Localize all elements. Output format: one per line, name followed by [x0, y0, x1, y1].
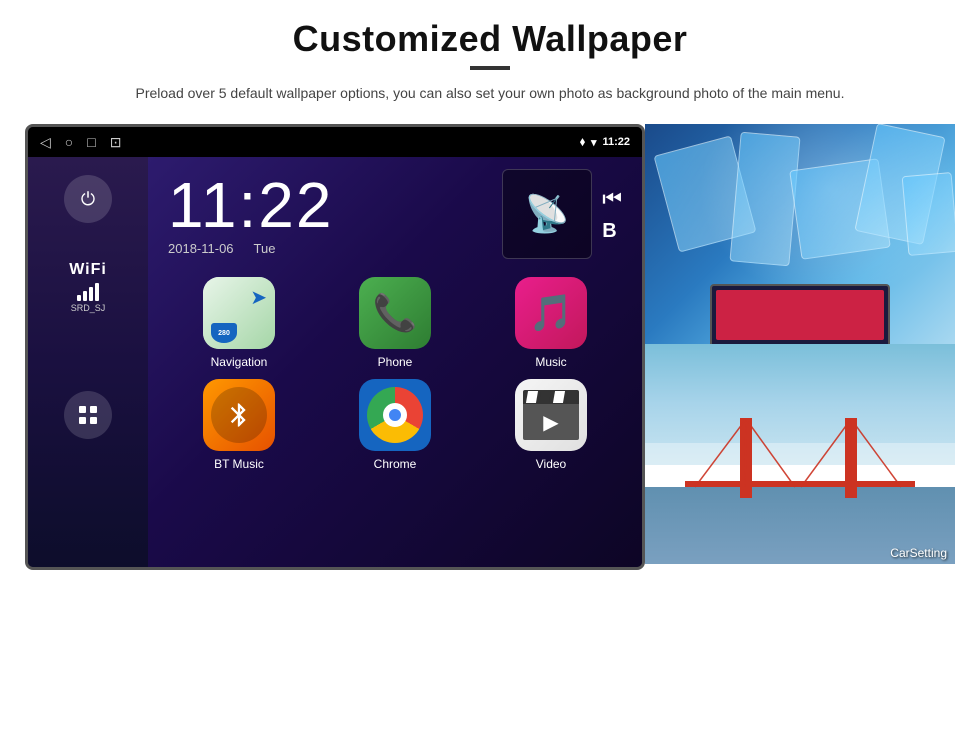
- apps-button[interactable]: [64, 391, 112, 439]
- bluetooth-symbol: [211, 387, 267, 443]
- clapper-stripe-2: [539, 391, 551, 403]
- app-video[interactable]: ▶ Video: [480, 379, 622, 471]
- chrome-center: [383, 403, 407, 427]
- next-label: B: [602, 220, 622, 243]
- phone-symbol: 📞: [373, 292, 418, 334]
- wifi-section: WiFi SRD_SJ: [69, 261, 107, 313]
- nav-shield-text: 280: [218, 330, 230, 337]
- media-controls: ⏮ B: [602, 186, 622, 243]
- carsetting-label: CarSetting: [890, 546, 947, 560]
- chrome-ring: [367, 387, 423, 443]
- wifi-label: WiFi: [69, 261, 107, 279]
- chrome-label: Chrome: [374, 457, 417, 471]
- wallpaper-ice[interactable]: [645, 124, 955, 344]
- back-nav-icon[interactable]: ◁: [40, 134, 51, 151]
- wallpaper-previews: CarSetting: [645, 124, 955, 564]
- wifi-bars: [77, 283, 99, 301]
- page-container: Customized Wallpaper Preload over 5 defa…: [0, 0, 980, 749]
- page-description: Preload over 5 default wallpaper options…: [135, 82, 844, 104]
- bluetooth-icon: [225, 401, 253, 429]
- ice-block-2: [729, 132, 800, 267]
- recents-nav-icon[interactable]: □: [87, 134, 95, 150]
- phone-label: Phone: [378, 355, 413, 369]
- music-icon: 🎵: [515, 277, 587, 349]
- device-mockup: ◁ ○ □ ⊡ ⬧ ▾ 11:22 ⏻: [25, 124, 645, 570]
- video-label: Video: [536, 457, 566, 471]
- app-chrome[interactable]: Chrome: [324, 379, 466, 471]
- status-bar-left: ◁ ○ □ ⊡: [40, 134, 121, 151]
- power-button[interactable]: ⏻: [64, 175, 112, 223]
- app-grid: 280 ➤ Navigation 📞 Phone: [168, 277, 622, 471]
- app-btmusic[interactable]: BT Music: [168, 379, 310, 471]
- clapper-top: [523, 390, 579, 404]
- status-bar-right: ⬧ ▾ 11:22: [580, 136, 630, 149]
- navigation-icon: 280 ➤: [203, 277, 275, 349]
- wifi-bar-2: [83, 291, 87, 301]
- ice-block-5: [902, 172, 955, 256]
- partial-device: [710, 284, 890, 344]
- home-nav-icon[interactable]: ○: [65, 134, 73, 150]
- btmusic-icon: [203, 379, 275, 451]
- music-label: Music: [535, 355, 566, 369]
- clock-time: 11:22: [168, 173, 333, 237]
- wifi-bar-1: [77, 295, 81, 301]
- title-divider: [470, 66, 510, 70]
- partial-screen: [716, 290, 884, 340]
- btmusic-label: BT Music: [214, 457, 264, 471]
- clock-section: 11:22 2018-11-06 Tue 📡 ⏮: [168, 169, 622, 259]
- screen-body: ⏻ WiFi SRD_SJ: [28, 157, 642, 567]
- page-title: Customized Wallpaper: [293, 18, 688, 60]
- clock-date: 2018-11-06 Tue: [168, 241, 333, 256]
- wallpaper-bridge[interactable]: CarSetting: [645, 344, 955, 564]
- screenshot-nav-icon[interactable]: ⊡: [110, 134, 122, 151]
- clock-left: 11:22 2018-11-06 Tue: [168, 173, 333, 256]
- clock-day-value: Tue: [254, 241, 276, 256]
- status-bar: ◁ ○ □ ⊡ ⬧ ▾ 11:22: [28, 127, 642, 157]
- app-navigation[interactable]: 280 ➤ Navigation: [168, 277, 310, 369]
- chrome-icon: [359, 379, 431, 451]
- bridge-cables-svg: [645, 344, 955, 564]
- app-music[interactable]: 🎵 Music: [480, 277, 622, 369]
- clapper-stripe-1: [526, 391, 538, 403]
- wifi-bar-4: [95, 283, 99, 301]
- clock-date-value: 2018-11-06: [168, 241, 234, 256]
- wifi-bar-3: [89, 287, 93, 301]
- phone-icon: 📞: [359, 277, 431, 349]
- navigation-label: Navigation: [211, 355, 268, 369]
- device-sidebar: ⏻ WiFi SRD_SJ: [28, 157, 148, 567]
- clapper-stripe-3: [553, 391, 565, 403]
- wifi-status-icon: ▾: [591, 136, 597, 149]
- apps-grid-icon: [76, 403, 100, 427]
- app-phone[interactable]: 📞 Phone: [324, 277, 466, 369]
- nav-arrow-icon: ➤: [250, 285, 267, 310]
- power-icon: ⏻: [81, 189, 95, 210]
- clapper-body: ▶: [523, 404, 579, 440]
- ssid-label: SRD_SJ: [71, 303, 106, 313]
- video-clapper: ▶: [523, 390, 579, 440]
- media-icon-box: 📡: [502, 169, 592, 259]
- video-icon: ▶: [515, 379, 587, 451]
- screen-main: 11:22 2018-11-06 Tue 📡 ⏮: [148, 157, 642, 567]
- clapper-stripe-4: [566, 391, 578, 403]
- music-symbol: 🎵: [529, 292, 574, 334]
- clock-right: 📡 ⏮ B: [502, 169, 622, 259]
- location-icon: ⬧: [580, 136, 585, 149]
- antenna-icon: 📡: [525, 193, 570, 235]
- prev-track-button[interactable]: ⏮: [602, 186, 622, 212]
- status-time: 11:22: [602, 136, 630, 148]
- play-icon: ▶: [543, 410, 558, 435]
- content-row: ◁ ○ □ ⊡ ⬧ ▾ 11:22 ⏻: [40, 124, 940, 570]
- bridge-scene: [645, 344, 955, 564]
